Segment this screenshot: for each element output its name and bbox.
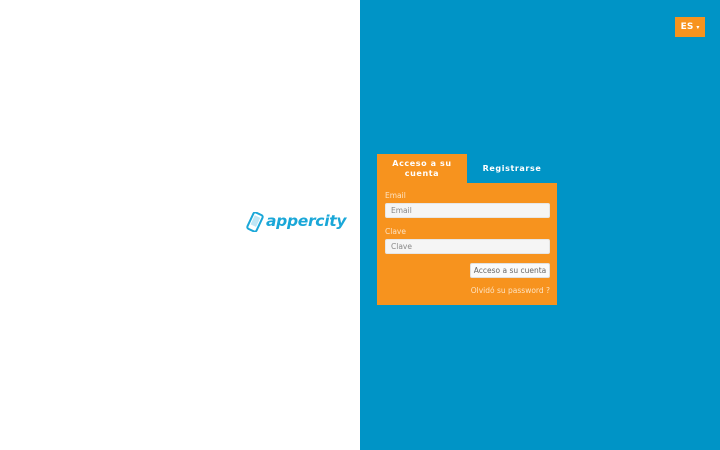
login-submit-button[interactable]: Acceso a su cuenta — [470, 263, 550, 278]
tab-login-label: Acceso a su cuenta — [392, 159, 452, 178]
password-label: Clave — [385, 227, 406, 236]
email-field[interactable] — [385, 203, 550, 218]
brand-pane: appercity — [0, 0, 360, 450]
password-field[interactable] — [385, 239, 550, 254]
tab-register-label: Registrarse — [482, 164, 542, 173]
tab-login[interactable]: Acceso a su cuenta — [377, 154, 467, 184]
login-page: appercity ES ▾ Acceso a su cuenta Regist… — [0, 0, 720, 450]
login-form: Email Clave Acceso a su cuenta Olvidó su… — [377, 183, 557, 305]
email-label: Email — [385, 191, 406, 200]
brand-name: appercity — [266, 212, 347, 231]
language-selector-button[interactable]: ES ▾ — [675, 17, 705, 37]
tab-register[interactable]: Registrarse — [467, 154, 557, 184]
phone-icon — [246, 212, 264, 232]
language-code: ES — [680, 22, 694, 32]
brand-logo: appercity — [246, 212, 346, 232]
forgot-password-link[interactable]: Olvidó su password ? — [471, 286, 550, 295]
chevron-down-icon: ▾ — [696, 23, 700, 31]
